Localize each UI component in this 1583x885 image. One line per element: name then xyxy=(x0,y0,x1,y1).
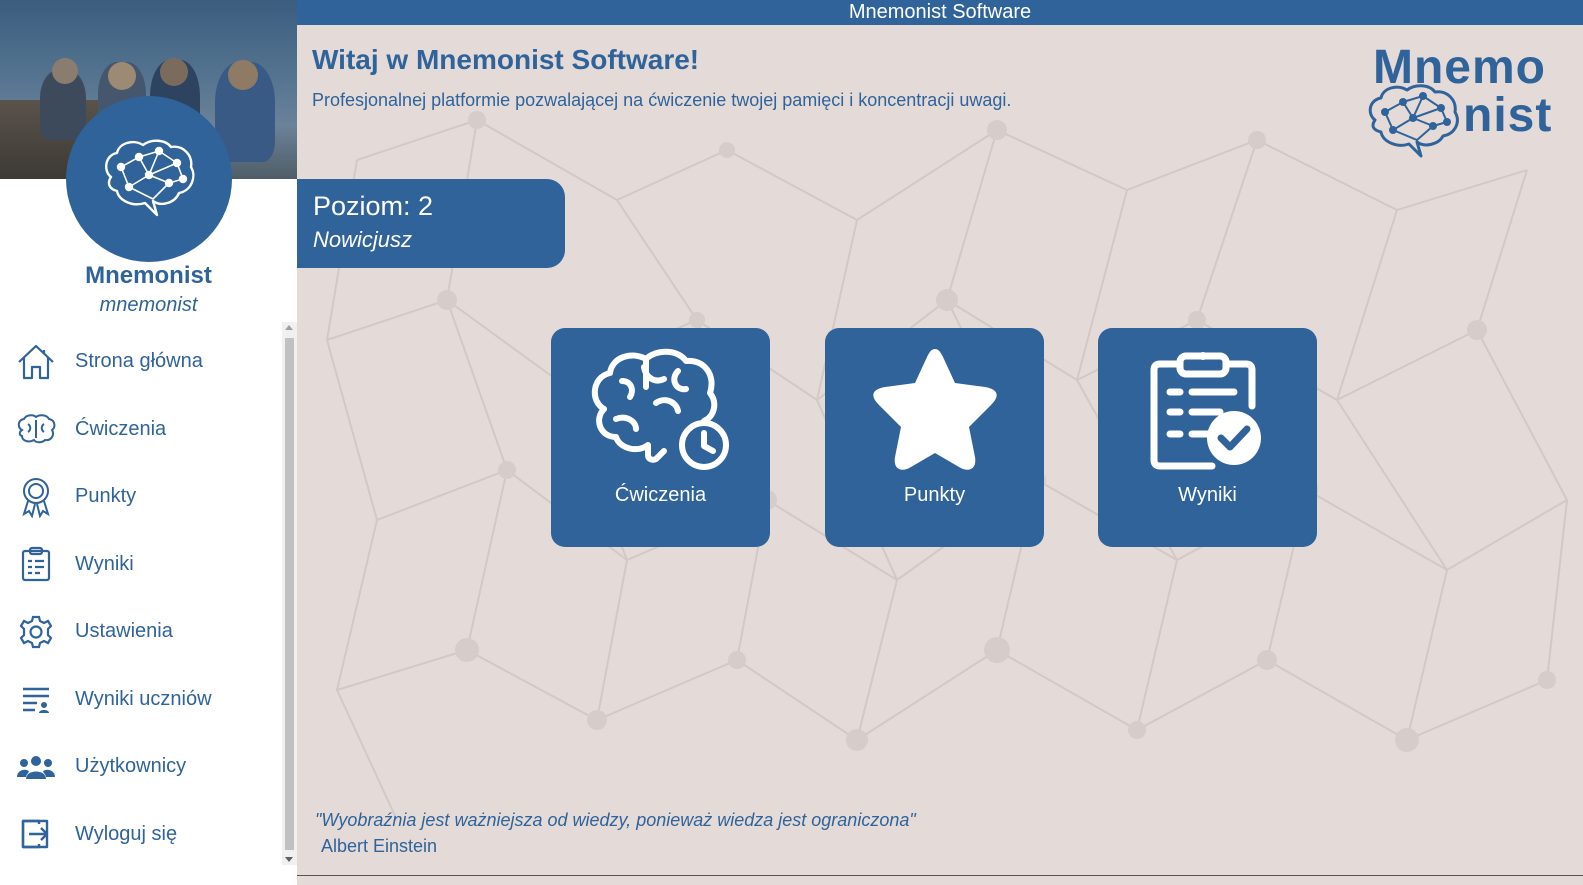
home-icon xyxy=(14,340,58,384)
sidebar-item-label: Punkty xyxy=(75,485,137,508)
sidebar-item-settings[interactable]: Ustawienia xyxy=(0,598,282,666)
page-subtitle: Profesjonalnej platformie pozwalającej n… xyxy=(312,90,1012,110)
profile-login: mnemonist xyxy=(99,294,198,316)
quote-text: "Wyobraźnia jest ważniejsza od wiedzy, p… xyxy=(315,810,916,830)
scroll-down-arrow[interactable] xyxy=(285,857,293,862)
tile-label: Wyniki xyxy=(1178,484,1237,506)
star-icon xyxy=(825,342,1044,477)
brain-clock-icon xyxy=(551,342,770,477)
sidebar-item-label: Wyloguj się xyxy=(75,822,178,845)
scroll-up-arrow[interactable] xyxy=(285,325,293,330)
sidebar-item-points[interactable]: Punkty xyxy=(0,463,282,531)
level-value: Poziom: 2 xyxy=(313,191,434,221)
page-title: Witaj w Mnemonist Software! xyxy=(312,44,700,75)
bottom-divider xyxy=(297,875,1583,876)
sidebar-item-exercises[interactable]: Ćwiczenia xyxy=(0,396,282,464)
sidebar-item-label: Ćwiczenia xyxy=(75,417,167,440)
tile-results[interactable]: Wyniki xyxy=(1098,328,1317,547)
sidebar-item-results[interactable]: Wyniki xyxy=(0,531,282,599)
main-content: Mnemonist Software Witaj w Mnemonist Sof… xyxy=(297,0,1583,885)
brain-icon xyxy=(14,407,58,451)
clipboard-check-icon xyxy=(1098,342,1317,477)
sidebar-item-student-results[interactable]: Wyniki uczniów xyxy=(0,666,282,734)
tile-points[interactable]: Punkty xyxy=(825,328,1044,547)
brain-network-icon xyxy=(105,139,195,217)
logo-brain-icon xyxy=(1368,84,1459,158)
sidebar-item-home[interactable]: Strona główna xyxy=(0,328,282,396)
users-icon xyxy=(14,745,58,789)
sidebar-item-label: Strona główna xyxy=(75,350,203,373)
tile-label: Punkty xyxy=(903,484,966,506)
list-user-icon xyxy=(14,677,58,721)
quote-author: Albert Einstein xyxy=(321,836,438,856)
sidebar-scrollbar[interactable] xyxy=(282,322,297,865)
profile-name: Mnemonist xyxy=(85,262,212,289)
avatar xyxy=(66,96,232,262)
sidebar-item-label: Użytkownicy xyxy=(75,755,187,778)
clipboard-icon xyxy=(14,542,58,586)
tile-exercises[interactable]: Ćwiczenia xyxy=(551,328,770,547)
app-logo: Mnemo nist xyxy=(1365,38,1555,163)
sidebar-item-label: Ustawienia xyxy=(75,620,173,643)
logo-text-line2: nist xyxy=(1463,89,1553,142)
level-card: Poziom: 2 Nowicjusz xyxy=(297,179,565,268)
scrollbar-thumb[interactable] xyxy=(285,338,294,850)
sidebar-item-logout[interactable]: Wyloguj się xyxy=(0,801,282,869)
award-icon xyxy=(14,475,58,519)
tile-label: Ćwiczenia xyxy=(614,484,707,506)
sidebar: Mnemonist mnemonist Strona główna Ćwicze… xyxy=(0,0,297,885)
logout-icon xyxy=(14,812,58,856)
window-title-bar: Mnemonist Software xyxy=(297,0,1583,25)
gear-icon xyxy=(14,610,58,654)
sidebar-item-label: Wyniki uczniów xyxy=(75,687,212,710)
level-rank: Nowicjusz xyxy=(313,227,413,252)
sidebar-item-users[interactable]: Użytkownicy xyxy=(0,733,282,801)
sidebar-item-label: Wyniki xyxy=(75,552,134,575)
sidebar-nav: Strona główna Ćwiczenia Punkty Wyniki Us… xyxy=(0,328,282,868)
